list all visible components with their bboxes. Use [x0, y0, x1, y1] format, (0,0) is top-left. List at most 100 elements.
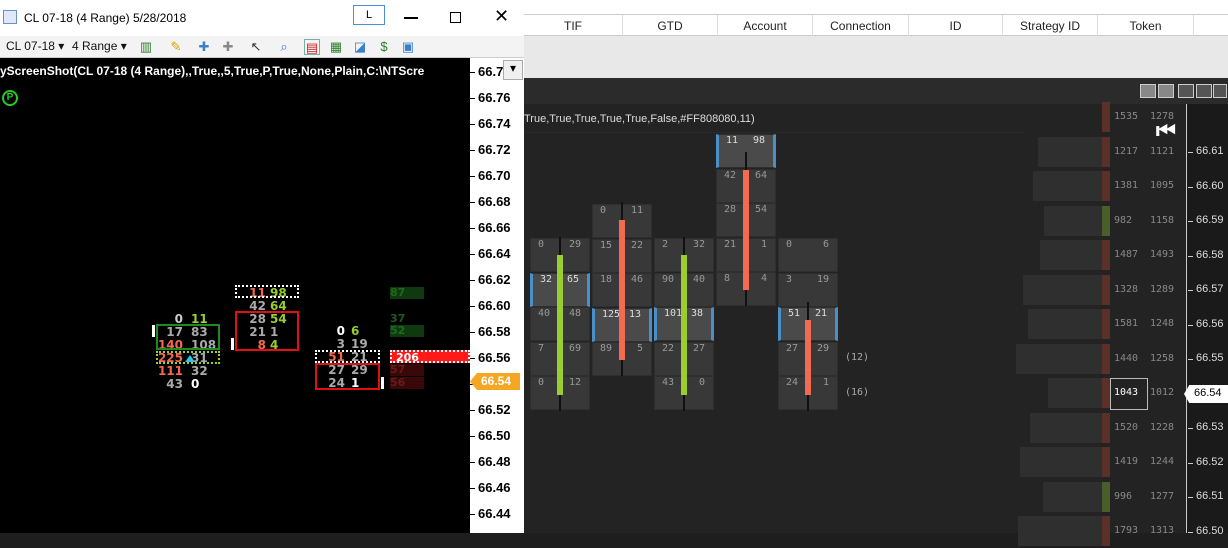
strategies-icon[interactable]: $ [376, 39, 392, 55]
footprint-bid: 32 [540, 273, 553, 285]
left-axis-tick [470, 176, 475, 177]
footprint-ask: 5 [636, 343, 643, 354]
dom-delta-bar [1102, 171, 1110, 201]
drawing-tool-icon[interactable]: ✎ [168, 39, 184, 55]
footprint-bid: 24 [786, 377, 799, 388]
footprint-ask: 21 [814, 308, 827, 319]
maximize-button[interactable] [1196, 84, 1212, 98]
right-axis-tick [1188, 497, 1193, 498]
right-axis-label: 66.53 [1196, 421, 1224, 433]
dom-volume-bar [1040, 240, 1108, 270]
indicators-icon[interactable]: ◪ [352, 39, 368, 55]
zoom-in-icon[interactable]: ✚ [196, 39, 212, 55]
minimize-icon[interactable] [404, 17, 418, 19]
column-header-tif[interactable]: TIF [524, 15, 623, 37]
column-header-token[interactable]: Token [1098, 15, 1194, 37]
properties-icon[interactable]: ▣ [400, 39, 416, 55]
indicator-params-text: True,True,True,True,True,False,#FF808080… [524, 113, 755, 125]
dom-bid-volume: 982 [1114, 214, 1133, 226]
footprint-ask: 69 [568, 342, 581, 354]
footprint-ask: 19 [816, 273, 829, 285]
left-axis-tick [470, 332, 475, 333]
column-header-id[interactable]: ID [909, 15, 1003, 37]
scroll-to-start-icon[interactable]: ⏮ [1156, 118, 1176, 144]
footprint-bid: 2 [662, 239, 669, 250]
column-header-gtd[interactable]: GTD [623, 15, 718, 37]
left-axis-tick [470, 410, 475, 411]
dom-volume-bar [1020, 447, 1108, 477]
minimize-button[interactable] [1178, 84, 1194, 98]
dom-delta-bar [1102, 205, 1110, 236]
dom-delta-bar [1102, 240, 1110, 270]
dom-volume-bar [1033, 171, 1108, 201]
footprint-bid: 8 [724, 273, 731, 284]
footprint-ask: 12 [568, 377, 581, 388]
cluster-value-area-box [156, 324, 220, 350]
maximize-icon[interactable] [450, 12, 461, 23]
cluster-ask: 19 [351, 337, 368, 351]
window-button-2[interactable] [1158, 84, 1174, 98]
column-header-strategy-id[interactable]: Strategy ID [1003, 15, 1098, 37]
dom-delta-bar [1102, 481, 1110, 512]
left-axis-label: 66.64 [478, 246, 511, 261]
chart-style-icon[interactable]: ▥ [138, 39, 154, 55]
left-axis-tick [470, 254, 475, 255]
dom-ask-volume: 1258 [1150, 352, 1175, 364]
right-axis-tick [1188, 186, 1193, 188]
chart-app-icon [3, 10, 17, 24]
footprint-bid: 18 [600, 274, 613, 285]
footprint-ask: 65 [566, 273, 579, 285]
candle-body [557, 255, 563, 395]
footprint-ask: 29 [816, 342, 829, 354]
footprint-cell: 06 [778, 238, 838, 272]
paren-label: (16) [845, 387, 870, 398]
dom-row: 1487 1493 [1030, 238, 1188, 272]
close-button[interactable] [1213, 84, 1227, 98]
dom-row: 1043 1012 [1030, 376, 1188, 410]
footprint-ask: 1 [822, 377, 829, 388]
dom-delta-bar [1102, 516, 1110, 546]
right-axis-tick [1188, 221, 1193, 222]
cluster-volume: 57 [390, 364, 424, 376]
right-axis-label: 66.61 [1196, 145, 1224, 157]
window-button-1[interactable] [1140, 84, 1156, 98]
left-chart-window [0, 0, 524, 533]
footprint-ask: 48 [568, 308, 581, 319]
dom-ask-volume: 1248 [1150, 318, 1175, 329]
footprint-bid: 15 [600, 239, 613, 251]
dom-row: 1793 1313 [1018, 514, 1188, 548]
left-axis-label: 66.44 [478, 506, 511, 521]
column-header-connection[interactable]: Connection [813, 15, 909, 37]
chart-trader-icon[interactable]: ▤ [304, 39, 320, 55]
cluster-bid: 0 [336, 324, 345, 338]
magnifier-icon[interactable]: ⌕ [276, 39, 292, 55]
dom-ask-volume: 1313 [1150, 525, 1175, 536]
cluster-value-area-box [315, 363, 380, 390]
dom-bid-volume: 1535 [1114, 111, 1139, 122]
left-axis-label: 66.76 [478, 90, 511, 105]
zoom-out-icon[interactable]: ✚ [220, 39, 236, 55]
left-axis-label: 66.68 [478, 194, 511, 209]
column-header-account[interactable]: Account [718, 15, 813, 37]
axis-dropdown-button[interactable]: ▾ [503, 60, 523, 80]
cursor-icon[interactable]: ↖ [248, 39, 264, 55]
candle-body [805, 320, 811, 395]
cluster-bid: 3 [336, 337, 345, 351]
instrument-selector[interactable]: CL 07-18 ▾ [6, 39, 64, 53]
close-icon[interactable]: ✕ [494, 6, 509, 27]
period-selector[interactable]: 4 Range ▾ [72, 39, 127, 53]
dom-bid-volume: 1381 [1114, 180, 1139, 191]
right-axis-tick [1188, 428, 1193, 429]
right-axis-label: 66.56 [1196, 317, 1224, 330]
right-axis-label: 66.50 [1196, 524, 1224, 537]
dom-ask-volume: 1244 [1150, 456, 1175, 467]
footprint-bid: 0 [600, 205, 607, 216]
right-axis-label: 66.57 [1196, 283, 1224, 295]
dom-volume-bar [1043, 481, 1108, 512]
data-box-icon[interactable]: ▦ [328, 39, 344, 55]
cluster-bid: 43 [166, 377, 183, 391]
left-chart-toolbar: CL 07-18 ▾ 4 Range ▾ ▥ ✎ ✚ ✚ ↖ ⌕ ▤ ▦ ◪ $… [0, 36, 524, 58]
right-axis-label: 66.60 [1196, 179, 1224, 192]
l-button[interactable]: L [353, 5, 385, 25]
left-axis-label: 66.52 [478, 402, 511, 417]
